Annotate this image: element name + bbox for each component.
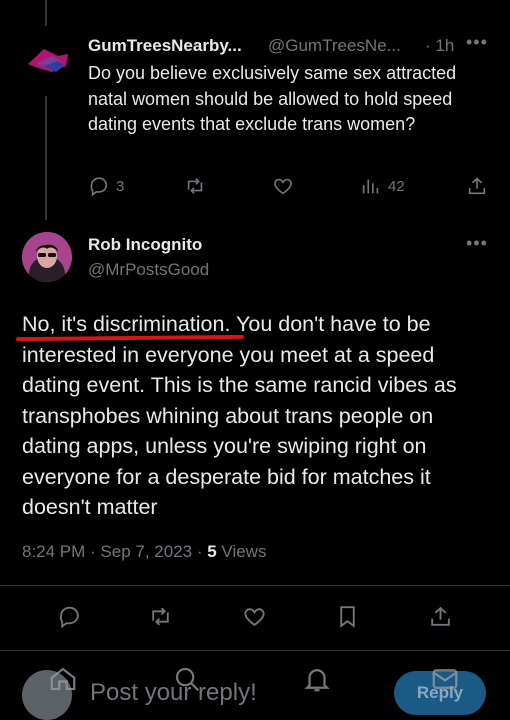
reply-action[interactable]: 3 xyxy=(88,175,124,197)
parent-timestamp[interactable]: · 1h xyxy=(425,36,454,56)
parent-avatar[interactable] xyxy=(22,34,72,84)
reply-button[interactable] xyxy=(57,604,82,634)
bookmark-button[interactable] xyxy=(335,604,360,634)
repost-icon xyxy=(152,607,169,626)
views-label: Views xyxy=(216,542,267,561)
repost-icon xyxy=(187,178,203,194)
author-handle[interactable]: @MrPostsGood xyxy=(88,260,209,280)
like-action[interactable] xyxy=(272,175,294,197)
main-more-button[interactable]: ••• xyxy=(466,233,488,254)
messages-envelope-icon[interactable] xyxy=(430,664,460,699)
main-tweet-text: No, it's discrimination. You don't have … xyxy=(22,312,457,519)
reply-count: 3 xyxy=(116,177,125,195)
bookmark-icon xyxy=(340,606,355,628)
views-count: 42 xyxy=(388,177,405,195)
repost-button[interactable] xyxy=(148,604,173,634)
view-count: 5 xyxy=(207,542,217,561)
bisexual-flag-avatar xyxy=(22,34,72,84)
reply-bubble-icon xyxy=(90,177,108,197)
share-button[interactable] xyxy=(428,604,453,634)
analytics-bars-icon xyxy=(362,179,379,194)
parent-action-bar: 3 42 xyxy=(88,175,490,205)
search-icon[interactable] xyxy=(172,664,202,699)
share-icon xyxy=(468,177,486,195)
author-photo xyxy=(22,232,72,282)
main-action-bar xyxy=(0,604,510,634)
parent-more-button[interactable]: ••• xyxy=(466,32,488,53)
reply-bubble-icon xyxy=(59,606,79,629)
divider xyxy=(0,585,510,586)
bell-glyph xyxy=(304,669,330,692)
parent-display-name[interactable]: GumTreesNearby... xyxy=(88,36,242,56)
parent-tweet-text: Do you believe exclusively same sex attr… xyxy=(88,63,457,134)
home-glyph xyxy=(50,667,76,691)
heart-icon xyxy=(274,178,292,195)
divider xyxy=(0,650,510,651)
tweet-timestamp[interactable]: 8:24 PM · Sep 7, 2023 · xyxy=(22,542,207,561)
share-action[interactable] xyxy=(466,175,488,197)
like-button[interactable] xyxy=(242,604,267,634)
thread-connector-line xyxy=(45,96,47,220)
notifications-bell-icon[interactable] xyxy=(302,664,332,699)
repost-action[interactable] xyxy=(184,175,206,197)
home-icon[interactable] xyxy=(48,664,78,699)
thread-connector-line xyxy=(45,0,47,26)
views-action[interactable]: 42 xyxy=(360,175,405,197)
share-icon xyxy=(431,606,450,626)
tweet-metadata: 8:24 PM · Sep 7, 2023 · 5 Views xyxy=(22,542,266,562)
heart-icon xyxy=(244,608,265,626)
envelope-glyph xyxy=(432,669,458,689)
author-avatar[interactable] xyxy=(22,232,72,282)
author-display-name[interactable]: Rob Incognito xyxy=(88,235,202,255)
parent-handle[interactable]: @GumTreesNe... xyxy=(268,36,401,56)
search-glyph xyxy=(175,667,200,692)
